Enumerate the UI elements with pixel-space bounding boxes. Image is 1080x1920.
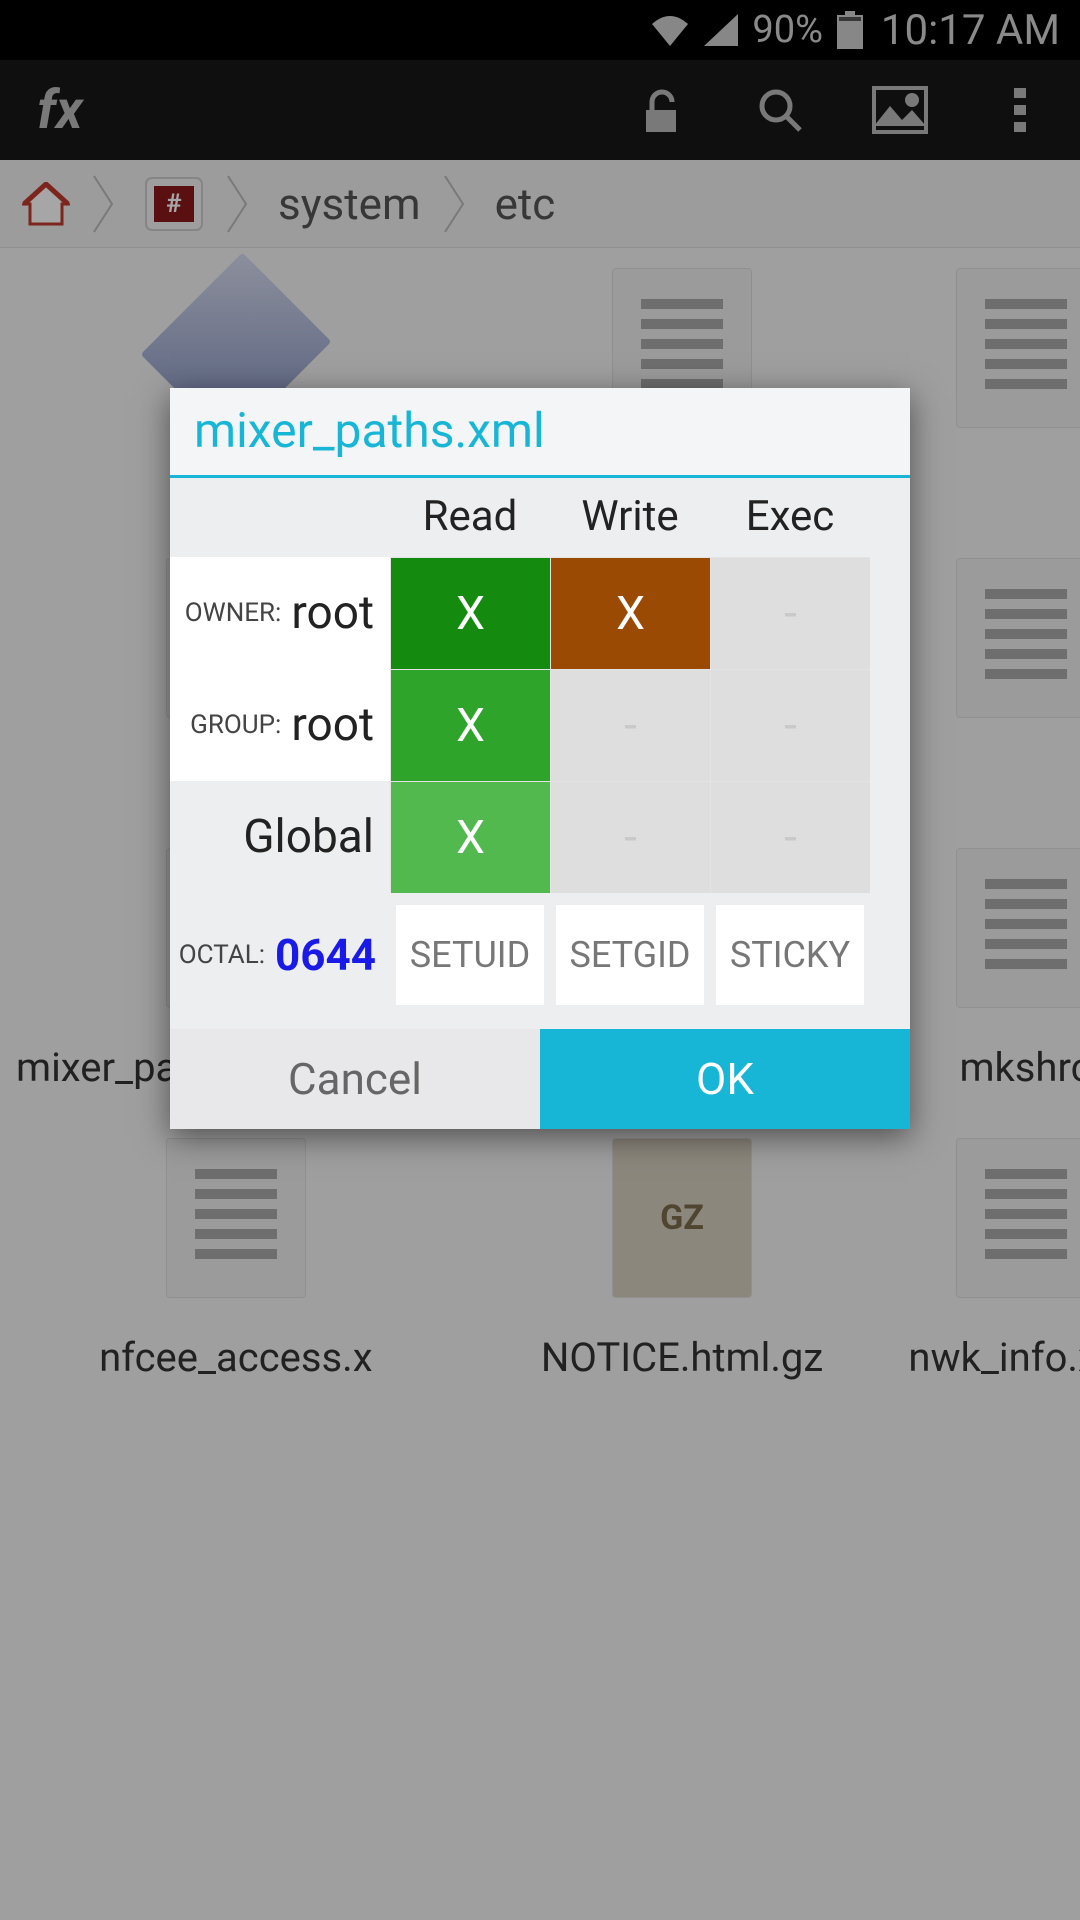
perm-label-global: Global xyxy=(170,781,390,893)
octal-label: OCTAL: xyxy=(179,940,265,970)
perm-global-read[interactable]: X xyxy=(390,781,550,893)
perm-label-small: GROUP: xyxy=(190,710,281,740)
perm-owner-write[interactable]: X xyxy=(550,557,710,669)
dialog-actions: Cancel OK xyxy=(170,1029,910,1129)
col-read: Read xyxy=(390,478,550,557)
permissions-table: Read Write Exec OWNER: root X X - GROUP:… xyxy=(170,478,910,1019)
perm-row-owner: OWNER: root X X - xyxy=(170,557,910,669)
perm-label-big: root xyxy=(291,698,374,752)
perm-global-exec[interactable]: - xyxy=(710,781,870,893)
cancel-button[interactable]: Cancel xyxy=(170,1029,540,1129)
perm-row-global: Global X - - xyxy=(170,781,910,893)
perm-owner-exec[interactable]: - xyxy=(710,557,870,669)
octal-value[interactable]: 0644 xyxy=(275,929,376,981)
permissions-dialog: mixer_paths.xml Read Write Exec OWNER: r… xyxy=(170,388,910,1129)
perm-label-small: OWNER: xyxy=(185,598,282,628)
perm-label-owner[interactable]: OWNER: root xyxy=(170,557,390,669)
permissions-header-row: Read Write Exec xyxy=(170,478,910,557)
perm-owner-read[interactable]: X xyxy=(390,557,550,669)
col-write: Write xyxy=(550,478,710,557)
setgid-button[interactable]: SETGID xyxy=(556,905,704,1005)
octal-box: OCTAL: 0644 xyxy=(170,905,390,1005)
col-exec: Exec xyxy=(710,478,870,557)
perm-global-write[interactable]: - xyxy=(550,781,710,893)
setuid-button[interactable]: SETUID xyxy=(396,905,544,1005)
perm-flags-row: OCTAL: 0644 SETUID SETGID STICKY xyxy=(170,893,910,1005)
modal-overlay: mixer_paths.xml Read Write Exec OWNER: r… xyxy=(0,0,1080,1920)
dialog-title: mixer_paths.xml xyxy=(170,388,910,475)
perm-label-big: root xyxy=(291,586,374,640)
perm-label-group[interactable]: GROUP: root xyxy=(170,669,390,781)
perm-group-read[interactable]: X xyxy=(390,669,550,781)
perm-row-group: GROUP: root X - - xyxy=(170,669,910,781)
sticky-button[interactable]: STICKY xyxy=(716,905,864,1005)
perm-group-exec[interactable]: - xyxy=(710,669,870,781)
perm-label-big: Global xyxy=(243,810,374,864)
ok-button[interactable]: OK xyxy=(540,1029,910,1129)
perm-group-write[interactable]: - xyxy=(550,669,710,781)
